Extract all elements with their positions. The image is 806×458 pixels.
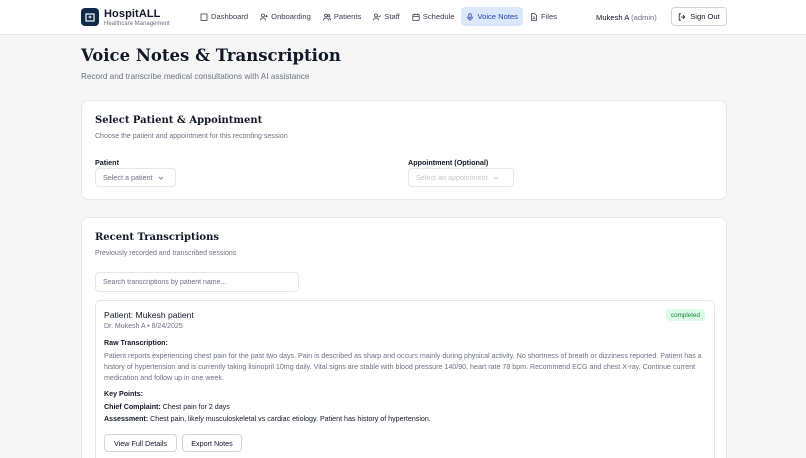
nav-item-label: Dashboard: [211, 12, 249, 21]
mic-icon: [467, 12, 474, 21]
nav-item-dashboard[interactable]: Dashboard: [195, 7, 253, 26]
nav-item-label: Schedule: [422, 12, 455, 21]
user-info: Mukesh A (admin): [596, 13, 657, 22]
hospital-logo-icon[interactable]: [81, 8, 99, 26]
nav-item-label: Patients: [333, 12, 362, 21]
export-notes-button[interactable]: Export Notes: [182, 434, 242, 452]
patient-select-value: Select a patient: [103, 173, 153, 182]
nav-item-label: Staff: [384, 12, 400, 21]
nav-item-schedule[interactable]: Schedule: [407, 7, 460, 26]
status-badge: completed: [665, 309, 705, 321]
chief-complaint-value: Chest pain for 2 days: [162, 403, 230, 411]
chief-complaint-line: Chief Complaint: Chest pain for 2 days: [104, 403, 230, 411]
card-title: Select Patient & Appointment: [95, 115, 263, 126]
card-subtitle: Previously recorded and transcribed sess…: [95, 250, 237, 257]
transcription-item: Patient: Mukesh patient Dr. Mukesh A • 8…: [95, 300, 715, 458]
nav-links: Dashboard Onboarding Patients Staff Sche…: [195, 7, 562, 26]
chevron-down-icon: [158, 176, 163, 180]
recent-transcriptions-card: Recent Transcriptions Previously recorde…: [81, 217, 727, 458]
building-icon: [200, 13, 208, 21]
transcription-meta: Dr. Mukesh A • 8/24/2025: [104, 323, 183, 330]
appointment-select-value: Select an appointment: [416, 173, 488, 182]
appointment-select[interactable]: Select an appointment: [408, 168, 514, 187]
card-title: Recent Transcriptions: [95, 232, 219, 243]
raw-transcription-text: Patient reports experiencing chest pain …: [104, 352, 702, 382]
nav-item-patients[interactable]: Patients: [318, 7, 366, 26]
chief-complaint-label: Chief Complaint:: [104, 403, 161, 411]
patient-label: Patient: [95, 158, 119, 167]
logout-icon: [679, 12, 686, 21]
user-plus-icon: [260, 13, 268, 21]
brand-subtitle: Healthcare Management: [104, 21, 170, 27]
nav-item-files[interactable]: Files: [525, 7, 562, 26]
raw-transcription-label: Raw Transcription:: [104, 339, 168, 347]
brand-name: HospitALL: [104, 8, 161, 20]
chevron-down-icon: [493, 176, 498, 180]
sign-out-label: Sign Out: [690, 12, 720, 21]
calendar-icon: [412, 13, 420, 21]
card-subtitle: Choose the patient and appointment for t…: [95, 133, 288, 140]
page-subtitle: Record and transcribe medical consultati…: [81, 72, 310, 81]
nav-item-staff[interactable]: Staff: [368, 7, 404, 26]
assessment-line: Assessment: Chest pain, likely musculosk…: [104, 415, 431, 423]
page-title: Voice Notes & Transcription: [81, 46, 341, 65]
nav-item-label: Onboarding: [271, 12, 311, 21]
key-points-label: Key Points:: [104, 390, 144, 398]
assessment-value: Chest pain, likely musculoskeletal vs ca…: [150, 415, 431, 423]
patient-select[interactable]: Select a patient: [95, 168, 176, 187]
brand[interactable]: HospitALL Healthcare Management: [104, 8, 170, 28]
assessment-label: Assessment:: [104, 415, 149, 423]
transcription-patient: Patient: Mukesh patient: [104, 310, 194, 320]
appointment-label: Appointment (Optional): [408, 158, 489, 167]
top-navbar: HospitALL Healthcare Management Dashboar…: [0, 0, 806, 35]
nav-item-voice-notes[interactable]: Voice Notes: [461, 7, 523, 26]
transcription-search-input[interactable]: [95, 272, 299, 292]
nav-item-label: Voice Notes: [477, 12, 518, 21]
view-full-details-button[interactable]: View Full Details: [104, 434, 177, 452]
file-icon: [531, 12, 537, 21]
sign-out-button[interactable]: Sign Out: [671, 7, 727, 26]
select-patient-card: Select Patient & Appointment Choose the …: [81, 100, 727, 200]
user-role: (admin): [631, 13, 657, 22]
users-icon: [322, 13, 331, 21]
nav-item-label: Files: [540, 12, 558, 21]
user-check-icon: [373, 13, 382, 21]
nav-item-onboarding[interactable]: Onboarding: [255, 7, 316, 26]
user-name: Mukesh A: [596, 13, 629, 22]
